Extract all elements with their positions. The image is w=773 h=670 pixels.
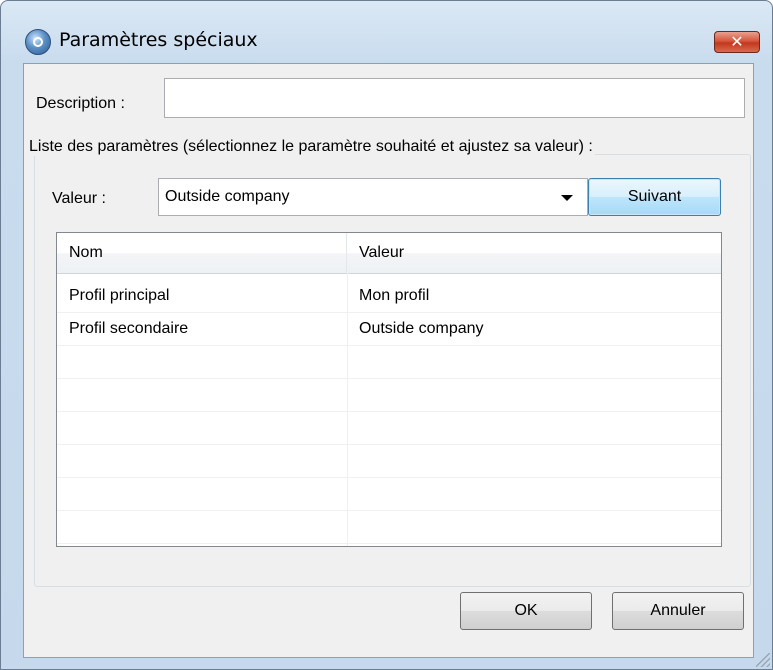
row-name	[57, 445, 347, 477]
value-dropdown-selected: Outside company	[165, 188, 290, 205]
table-row[interactable]	[57, 379, 721, 412]
column-header-name[interactable]: Nom	[57, 233, 347, 273]
dropdown-arrow-icon[interactable]	[561, 195, 573, 201]
row-value: Mon profil	[359, 287, 430, 304]
parameters-table: Nom Valeur Profil principal Mon profil P…	[56, 232, 722, 547]
row-value	[347, 346, 721, 378]
row-value	[347, 445, 721, 477]
column-header-value[interactable]: Valeur	[347, 233, 721, 273]
close-button[interactable]: ✕	[714, 31, 760, 53]
window-title: Paramètres spéciaux	[59, 29, 258, 51]
row-name	[57, 478, 347, 510]
title-bar[interactable]: Paramètres spéciaux ✕	[1, 1, 772, 55]
row-name: Profil principal	[69, 287, 170, 304]
table-header: Nom Valeur	[57, 233, 721, 274]
row-value	[347, 511, 721, 543]
description-input[interactable]	[164, 78, 745, 118]
row-name	[57, 379, 347, 411]
dialog-body: Description : Liste des paramètres (séle…	[23, 63, 754, 658]
next-button[interactable]: Suivant	[588, 178, 721, 216]
row-value	[347, 478, 721, 510]
table-row[interactable]	[57, 478, 721, 511]
table-row[interactable]	[57, 346, 721, 379]
row-name	[57, 346, 347, 378]
table-row[interactable]: Profil secondaire Outside company	[57, 313, 721, 346]
table-row[interactable]	[57, 445, 721, 478]
cancel-button[interactable]: Annuler	[612, 592, 744, 630]
resize-grip-icon[interactable]	[756, 653, 770, 667]
row-value: Outside company	[359, 320, 484, 337]
row-value	[347, 379, 721, 411]
table-row[interactable]	[57, 511, 721, 544]
row-value	[347, 412, 721, 444]
table-row[interactable]	[57, 412, 721, 445]
value-label: Valeur :	[52, 190, 106, 207]
dialog-window: Paramètres spéciaux ✕ Description : List…	[0, 0, 773, 670]
table-row[interactable]: Profil principal Mon profil	[57, 280, 721, 313]
description-label: Description :	[36, 95, 125, 112]
ok-button[interactable]: OK	[460, 592, 592, 630]
row-name: Profil secondaire	[69, 320, 189, 337]
app-globe-icon	[25, 29, 51, 55]
row-name	[57, 511, 347, 543]
row-name	[57, 412, 347, 444]
parameters-group-label: Liste des paramètres (sélectionnez le pa…	[27, 138, 595, 156]
value-dropdown[interactable]: Outside company	[158, 178, 588, 216]
